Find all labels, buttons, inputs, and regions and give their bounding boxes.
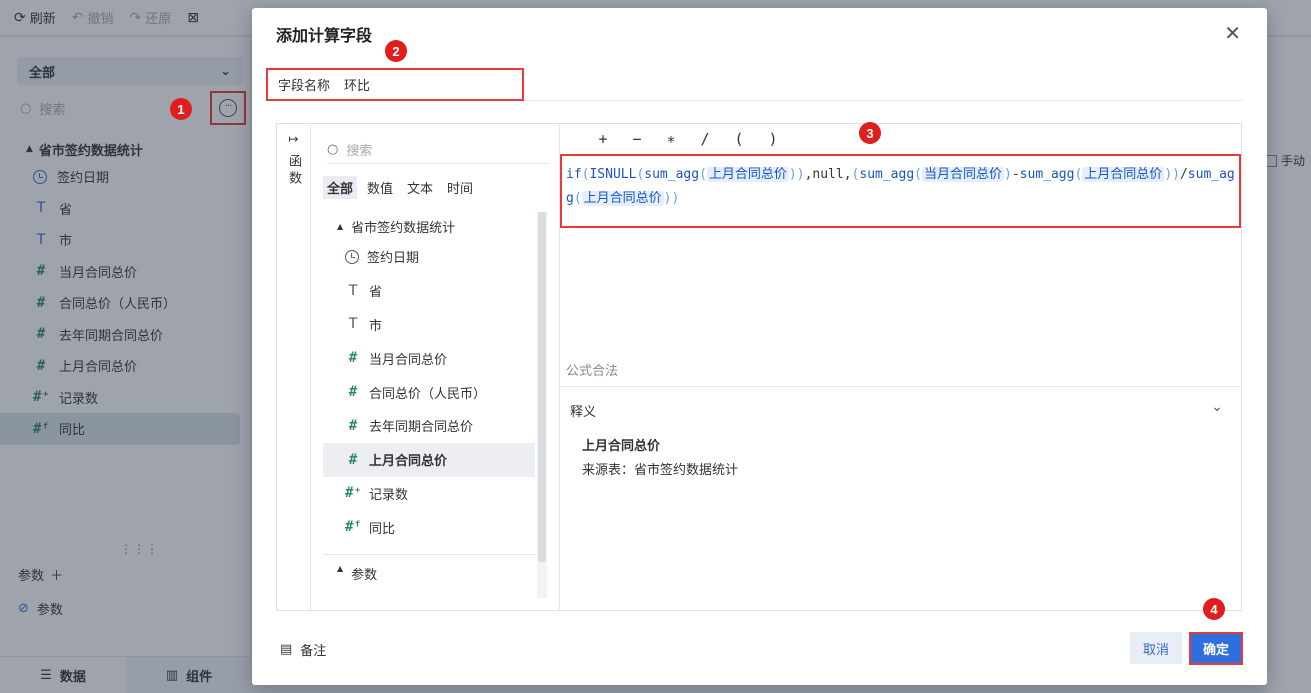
annotation-badge: 1 <box>170 98 192 120</box>
field-name-row: 字段名称 环比 <box>266 68 524 101</box>
dialog-title: 添加计算字段 <box>276 26 373 45</box>
field-type-filters: 全部 数值 文本 时间 <box>323 176 477 199</box>
params-group-header[interactable]: ▲ 参数 <box>337 564 377 583</box>
annotation-badge: 4 <box>1203 598 1225 620</box>
text-icon: T <box>348 282 358 299</box>
hash-icon: # <box>348 451 358 468</box>
filter-number[interactable]: 数值 <box>363 176 397 199</box>
field-item-selected[interactable]: # 上月合同总价 <box>323 442 535 477</box>
field-item[interactable]: T 市 <box>323 308 535 342</box>
caret-down-icon: ▲ <box>337 221 344 231</box>
formula-field-ref: 当月合同总价 <box>922 167 1005 182</box>
field-item[interactable]: 签约日期 <box>323 240 535 274</box>
field-item[interactable]: #⁺ 记录数 <box>323 477 535 511</box>
hash-icon: # <box>348 350 358 367</box>
field-item[interactable]: # 去年同期合同总价 <box>323 409 535 443</box>
field-item[interactable]: # 合同总价（人民币） <box>323 375 535 409</box>
hash-icon: # <box>348 384 358 401</box>
confirm-button[interactable]: 确定 <box>1189 632 1243 665</box>
annotation-badge: 3 <box>859 122 881 144</box>
text-icon: T <box>348 316 358 333</box>
operator-minus[interactable]: − <box>620 130 654 148</box>
chevron-down-icon[interactable]: ⌄ <box>1211 399 1223 415</box>
field-search-input[interactable]: ○ 搜索 <box>327 136 549 164</box>
annotation-badge: 2 <box>385 40 407 62</box>
hash-plus-icon: #⁺ <box>345 485 362 502</box>
hash-icon: # <box>348 417 358 434</box>
filter-time[interactable]: 时间 <box>443 176 477 199</box>
explanation-panel: 释义 ⌄ 上月合同总价 来源表：省市签约数据统计 <box>560 386 1241 610</box>
hash-calc-icon: #ᶠ <box>345 519 362 536</box>
operator-open-paren[interactable]: ( <box>722 130 756 148</box>
field-list: ▲ 省市签约数据统计 签约日期 T 省 T 市 # 当月合同总价 # 合同总价（… <box>323 212 535 544</box>
function-tab[interactable]: ↦ 函数 <box>277 124 311 610</box>
divider <box>323 554 535 555</box>
close-icon[interactable]: ✕ <box>1224 21 1241 45</box>
note-icon: ▤ <box>280 642 293 657</box>
formula-status: 公式合法 <box>566 364 619 379</box>
formula-field-ref: 上月合同总价 <box>706 167 789 182</box>
operator-bar: + − ∗ / ( ) <box>586 130 790 148</box>
formula-field-ref: 上月合同总价 <box>1082 167 1165 182</box>
filter-text[interactable]: 文本 <box>403 176 437 199</box>
expand-icon: ↦ <box>288 132 299 146</box>
explanation-source: 来源表：省市签约数据统计 <box>582 463 739 478</box>
function-tab-label: 函数 <box>286 154 301 188</box>
add-calculated-field-dialog: 添加计算字段 ✕ 字段名称 环比 ↦ 函数 ○ 搜索 全部 数值 文本 时间 ▲ <box>252 8 1267 685</box>
cancel-button[interactable]: 取消 <box>1130 632 1182 664</box>
formula-editor: ↦ 函数 ○ 搜索 全部 数值 文本 时间 ▲ 省市签约数据统计 签约日期 T … <box>276 123 1242 611</box>
note-button[interactable]: ▤ 备注 <box>280 640 326 659</box>
field-item[interactable]: # 当月合同总价 <box>323 341 535 375</box>
explanation-title: 释义 <box>570 405 597 420</box>
explanation-field-name: 上月合同总价 <box>582 439 661 454</box>
scrollbar-thumb[interactable] <box>538 212 546 562</box>
field-item[interactable]: #ᶠ 同比 <box>323 510 535 544</box>
divider <box>524 100 1242 101</box>
operator-plus[interactable]: + <box>586 130 620 148</box>
filter-all[interactable]: 全部 <box>323 176 358 199</box>
field-name-input[interactable]: 环比 <box>344 75 370 94</box>
field-name-label: 字段名称 <box>278 79 331 94</box>
operator-close-paren[interactable]: ) <box>756 130 790 148</box>
formula-field-ref: 上月合同总价 <box>581 191 664 206</box>
search-icon: ○ <box>327 142 339 157</box>
field-picker-panel: ○ 搜索 全部 数值 文本 时间 ▲ 省市签约数据统计 签约日期 T 省 T 市… <box>311 124 560 610</box>
operator-divide[interactable]: / <box>688 130 722 148</box>
formula-input[interactable]: if(ISNULL(sum_agg(上月合同总价)),null,(sum_agg… <box>560 154 1241 228</box>
operator-multiply[interactable]: ∗ <box>654 130 688 148</box>
tree-group-header[interactable]: ▲ 省市签约数据统计 <box>323 212 535 240</box>
clock-icon <box>345 249 359 264</box>
scrollbar[interactable] <box>537 212 547 598</box>
caret-down-icon: ▲ <box>337 564 344 573</box>
formula-area: + − ∗ / ( ) if(ISNULL(sum_agg(上月合同总价)),n… <box>560 124 1241 610</box>
field-item[interactable]: T 省 <box>323 274 535 308</box>
